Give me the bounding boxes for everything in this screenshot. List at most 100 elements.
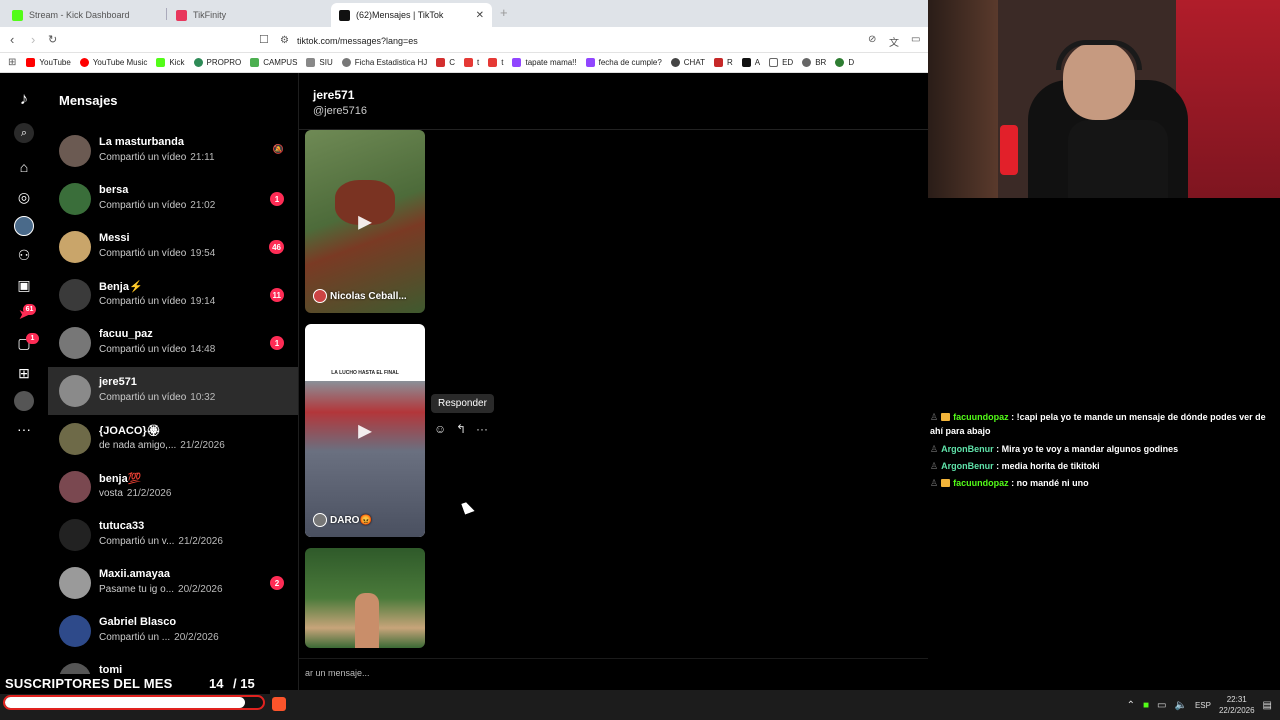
bookmark-item[interactable]: t [464,58,479,67]
tab-tiktok-messages[interactable]: (62)Mensajes | TikTok ✕ [331,3,492,27]
search-icon[interactable]: ⌕ [14,123,34,143]
bookmark-icon[interactable]: ☐ [259,33,269,46]
preview-time: 21:11 [190,152,215,163]
youtube-icon [488,58,498,67]
home-icon[interactable]: ⌂ [14,157,34,177]
message-composer[interactable]: ar un mensaje... [299,658,929,688]
shared-video[interactable] [305,548,425,648]
campus-icon [250,58,260,67]
conversation-item[interactable]: jere571 Compartió un vídeo 10:32 [48,367,298,415]
vpn-icon[interactable]: ⊘ [868,34,876,45]
explore-icon[interactable]: ◎ [14,187,34,207]
bookmark-item[interactable]: SIU [306,58,333,67]
conversation-item[interactable]: benja💯 vosta 21/2/2026 [48,463,298,511]
shared-video[interactable]: LA LUCHO HASTA EL FINAL ▶ DARO😡 [305,324,425,537]
shared-video[interactable]: ▶ Nicolas Ceball... [305,130,425,313]
bookmark-item[interactable]: Ficha Estadistica HJ [341,58,428,67]
url-field[interactable]: ⚙ tiktok.com/messages?lang=es [280,31,920,50]
author-avatar [313,289,327,303]
bookmark-item[interactable]: C [436,58,455,67]
conversation-item[interactable]: facuu_paz Compartió un vídeo 14:48 1 [48,319,298,367]
bookmark-item[interactable]: YouTube Music [79,58,147,67]
play-icon[interactable]: ▶ [358,420,372,441]
avatar [59,471,91,503]
following-avatar-icon[interactable] [14,216,34,236]
conversation-item[interactable]: Benja⚡ Compartió un vídeo 19:14 11 [48,271,298,319]
bookmark-label: Ficha Estadistica HJ [354,58,428,67]
conversation-preview: Compartió un vídeo 21:11 [99,152,215,163]
chat-message: ♙ ArgonBenur : media horita de tikitoki [930,459,1275,473]
screen: Stream - Kick Dashboard TikFinity (62)Me… [0,0,1280,720]
preview-time: 20/2/2026 [178,584,223,595]
conversation-item[interactable]: Messi Compartió un vídeo 19:54 46 [48,223,298,271]
chat-username[interactable]: facuundopaz [953,478,1009,488]
bookmark-item[interactable]: D [835,58,854,67]
conversation-item[interactable]: La masturbanda Compartió un vídeo 21:11 🔕 [48,127,298,175]
message-input[interactable]: ar un mensaje... [305,668,370,678]
friends-icon[interactable]: ⚇ [14,245,34,265]
tab-tikfinity[interactable]: TikFinity [168,3,328,27]
chat-separator: : [1008,478,1017,488]
apps-grid-icon[interactable]: ⊞ [8,57,16,68]
bookmark-item[interactable]: CAMPUS [250,58,297,67]
chat-contact-name[interactable]: jere571 [313,88,354,102]
preview-time: 21/2/2026 [178,536,223,547]
close-tab-icon[interactable]: ✕ [476,10,484,21]
tab-label: Stream - Kick Dashboard [29,10,130,20]
reply-icon[interactable]: ↰ [456,422,466,436]
speaker-icon[interactable]: 🔈 [1174,700,1186,711]
subscribers-progress-fill [5,697,245,708]
more-options-icon[interactable]: ··· [476,422,488,436]
bookmark-item[interactable]: fecha de cumple? [585,58,662,67]
bookmark-item[interactable]: PROPRO [193,58,241,67]
x-icon [741,58,751,67]
twitch-icon [585,58,595,67]
tiktok-logo-icon[interactable]: ♪ [14,89,34,109]
app-tray-icon[interactable]: ■ [1143,700,1149,711]
bookmark-item[interactable]: CHAT [670,58,705,67]
new-tab-button[interactable]: + [500,5,508,20]
react-emoji-icon[interactable]: ☺ [434,422,446,436]
conversation-item[interactable]: {JOACO}🏵 de nada amigo,... 21/2/2026 [48,415,298,463]
brave-icon[interactable] [272,697,286,711]
subscribers-widget: SUSCRIPTORES DEL MES 14 / 15 [0,674,270,694]
bookmark-item[interactable]: R [713,58,733,67]
bookmark-item[interactable]: t [488,58,503,67]
chevron-up-icon[interactable]: ⌃ [1127,700,1135,711]
conversation-item[interactable]: Maxii.amayaa Pasame tu ig o... 20/2/2026 2 [48,559,298,607]
video-caption: LA LUCHO HASTA EL FINAL [331,370,399,376]
bookmark-item[interactable]: A [741,58,760,67]
chat-username[interactable]: ArgonBenur [941,461,994,471]
preview-text: vosta [99,488,123,499]
sidebar-icon[interactable]: ▭ [911,34,920,45]
chat-username[interactable]: facuundopaz [953,412,1009,422]
more-icon[interactable]: ··· [14,419,34,439]
profile-avatar-icon[interactable] [14,391,34,411]
translate-icon[interactable]: 文 [889,34,899,49]
play-icon[interactable]: ▶ [358,211,372,232]
tab-kick-dashboard[interactable]: Stream - Kick Dashboard [4,3,164,27]
avatar [59,567,91,599]
bookmark-item[interactable]: YouTube [26,58,71,67]
conversation-item[interactable]: bersa Compartió un vídeo 21:02 1 [48,175,298,223]
upload-icon[interactable]: ⊞ [14,363,34,383]
language-indicator[interactable]: ESP [1195,701,1211,710]
conversation-item[interactable]: Gabriel Blasco Compartió un ... 20/2/2026 [48,607,298,655]
bookmark-label: C [449,58,456,67]
chat-username[interactable]: ArgonBenur [941,444,994,454]
site-info-icon[interactable]: ⚙ [280,35,289,46]
bookmark-label: ED [782,58,794,67]
live-icon[interactable]: ▣ [14,275,34,295]
conversation-item[interactable]: tutuca33 Compartió un v... 21/2/2026 [48,511,298,559]
reload-icon[interactable]: ↻ [48,33,57,46]
bookmark-item[interactable]: BR [802,58,826,67]
network-icon[interactable]: ▭ [1157,700,1166,711]
clock[interactable]: 22:31 22/2/2026 [1219,694,1255,716]
bookmark-item[interactable]: ED [769,58,793,67]
back-icon[interactable]: ‹ [10,32,14,47]
chat-text: media horita de tikitoki [1001,461,1100,471]
bookmark-item[interactable]: tapate mama!! [512,58,577,67]
forward-icon[interactable]: › [31,32,35,47]
notifications-icon[interactable]: ▤ [1263,700,1272,711]
bookmark-item[interactable]: Kick [156,58,185,67]
